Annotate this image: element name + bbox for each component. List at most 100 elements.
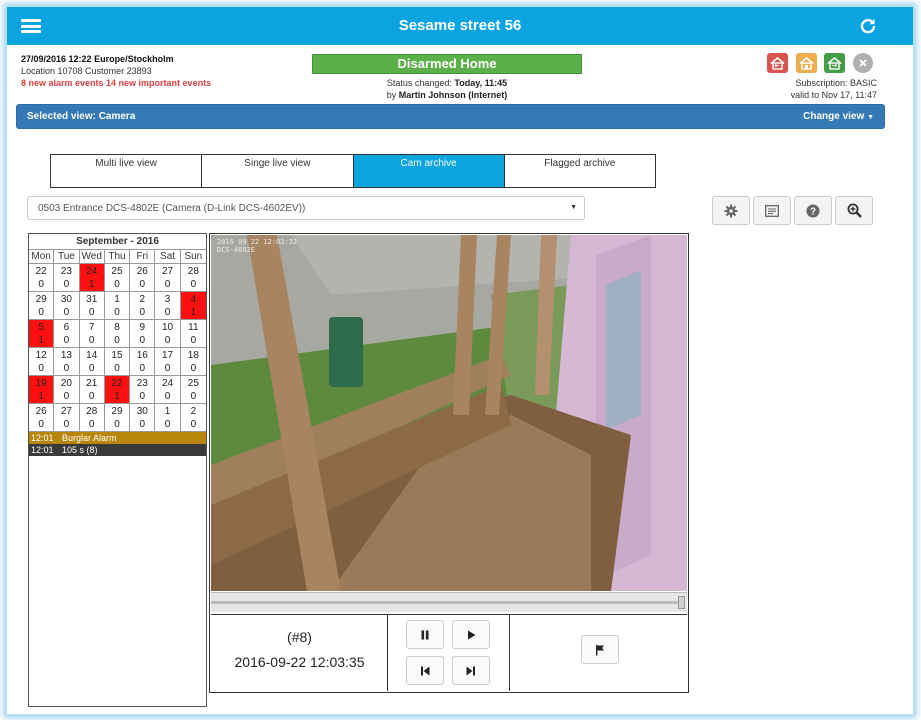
disarmed-off-icon[interactable]	[853, 53, 873, 73]
calendar-day[interactable]: 29 0	[29, 292, 55, 320]
calendar-day[interactable]: 14 0	[79, 348, 105, 376]
calendar-day[interactable]: 20	[130, 292, 156, 320]
previous-button[interactable]	[406, 656, 444, 685]
calendar-day-alarm[interactable]: 19 1	[29, 376, 55, 404]
calendar-day[interactable]: 31 0	[79, 292, 105, 320]
calendar-day[interactable]: 20 0	[54, 376, 80, 404]
armed-home-icon[interactable]	[796, 53, 817, 73]
calendar-day-alarm[interactable]: 24 1	[79, 264, 105, 292]
new-events-link[interactable]: 8 new alarm events 14 new important even…	[21, 77, 211, 89]
calendar-day[interactable]: 17 0	[155, 348, 181, 376]
status-by-who: Martin Johnson (Internet)	[398, 90, 508, 100]
disarmed-home-icon[interactable]	[824, 53, 845, 73]
play-button[interactable]	[452, 620, 490, 649]
calendar-day[interactable]: 28 0	[79, 404, 105, 432]
day-number: 30	[60, 294, 72, 305]
day-event-count: 0	[88, 419, 95, 430]
tab-single-live-view[interactable]: Singe live view	[201, 154, 354, 188]
calendar-day[interactable]: 30 0	[130, 404, 156, 432]
refresh-icon[interactable]	[859, 17, 877, 35]
calendar-day[interactable]: 23 0	[130, 376, 156, 404]
calendar-day[interactable]: 12 0	[29, 348, 55, 376]
app-frame: Sesame street 56 27/09/2016 12:22 Europe…	[6, 6, 914, 715]
calendar-day[interactable]: 24 0	[155, 376, 181, 404]
caret-down-icon: ▼	[867, 114, 874, 121]
change-view-label: Change view	[803, 111, 865, 122]
day-number: 3	[164, 294, 171, 305]
day-event-count: 0	[139, 279, 146, 290]
next-button[interactable]	[452, 656, 490, 685]
calendar-day-alarm[interactable]: 41	[180, 292, 206, 320]
calendar-day[interactable]: 10	[104, 292, 131, 320]
calendar-day[interactable]: 16 0	[130, 348, 156, 376]
calendar-day[interactable]: 70	[79, 320, 105, 348]
calendar-day[interactable]: 30 0	[54, 292, 80, 320]
event-time: 12:01	[31, 433, 54, 443]
tab-flagged-archive[interactable]: Flagged archive	[503, 154, 656, 188]
event-row[interactable]: 12:01 105 s (8)	[29, 444, 206, 456]
view-tabs: Multi live view Singe live view Cam arch…	[50, 154, 659, 188]
day-event-count: 0	[38, 307, 44, 318]
calendar-day-alarm[interactable]: 51	[29, 320, 55, 348]
calendar-day[interactable]: 10 0	[155, 320, 181, 348]
clip-timestamp: 2016-09-22 12:03:35	[234, 654, 365, 670]
calendar-day[interactable]: 23 0	[54, 264, 80, 292]
tab-cam-archive[interactable]: Cam archive	[352, 154, 505, 188]
app-title: Sesame street 56	[398, 17, 522, 34]
calendar-day[interactable]: 27 0	[54, 404, 80, 432]
day-number: 24	[162, 378, 174, 389]
day-number: 29	[35, 294, 47, 305]
event-list-button[interactable]	[753, 196, 791, 225]
day-event-count: 0	[114, 419, 120, 430]
calendar-day[interactable]: 25 0	[180, 376, 206, 404]
calendar-day[interactable]: 21 0	[79, 376, 105, 404]
calendar-day[interactable]: 20	[180, 404, 206, 432]
calendar-day-alarm[interactable]: 22 1	[104, 376, 131, 404]
day-number: 29	[111, 406, 123, 417]
day-event-count: 0	[164, 307, 171, 318]
calendar-day[interactable]: 29 0	[104, 404, 131, 432]
calendar-day[interactable]: 27 0	[155, 264, 181, 292]
calendar-day[interactable]: 30	[155, 292, 181, 320]
settings-button[interactable]	[712, 196, 750, 225]
camera-select[interactable]: 0503 Entrance DCS-4802E (Camera (D-Link …	[27, 196, 585, 220]
calendar: September - 2016 Mon Tue Wed Thu Fri Sat Sun 22…	[28, 233, 207, 707]
scrubber-handle[interactable]	[678, 596, 685, 609]
flag-button[interactable]	[581, 635, 619, 664]
event-row[interactable]: 12:01 Burglar Alarm	[29, 432, 206, 444]
zoom-button[interactable]	[835, 196, 873, 225]
calendar-day[interactable]: 80	[104, 320, 131, 348]
day-number: 28	[187, 266, 199, 277]
day-number: 1	[164, 406, 171, 417]
calendar-day[interactable]: 15 0	[104, 348, 131, 376]
calendar-day[interactable]: 11 0	[180, 320, 206, 348]
day-event-count: 0	[38, 363, 44, 374]
day-number: 14	[86, 350, 98, 361]
location-customer: Location 10708 Customer 23893	[21, 66, 152, 76]
calendar-day[interactable]: 28 0	[180, 264, 206, 292]
calendar-day[interactable]: 25 0	[104, 264, 131, 292]
pause-button[interactable]	[406, 620, 444, 649]
calendar-day[interactable]: 90	[130, 320, 156, 348]
calendar-day[interactable]: 60	[54, 320, 80, 348]
video-timestamp-overlay: 2016 09 22 12:03:32 DCS-4802E	[217, 238, 297, 254]
day-event-count: 0	[164, 335, 171, 346]
calendar-day[interactable]: 18 0	[180, 348, 206, 376]
day-event-count: 0	[139, 335, 146, 346]
help-button[interactable]: ?	[794, 196, 832, 225]
calendar-day[interactable]: 13 0	[54, 348, 80, 376]
day-event-count: 1	[38, 335, 44, 346]
calendar-day[interactable]: 22 0	[29, 264, 55, 292]
change-view-button[interactable]: Change view ▼	[803, 111, 874, 122]
day-number: 15	[111, 350, 123, 361]
event-label: Burglar Alarm	[62, 433, 117, 443]
calendar-day[interactable]: 10	[155, 404, 181, 432]
video-scrubber[interactable]	[211, 592, 687, 612]
tab-multi-live-view[interactable]: Multi live view	[50, 154, 203, 188]
armed-away-icon[interactable]	[767, 53, 788, 73]
day-event-count: 0	[88, 391, 95, 402]
day-event-count: 0	[164, 363, 171, 374]
calendar-day[interactable]: 26 0	[29, 404, 55, 432]
calendar-day[interactable]: 26 0	[130, 264, 156, 292]
day-number: 5	[38, 322, 44, 333]
